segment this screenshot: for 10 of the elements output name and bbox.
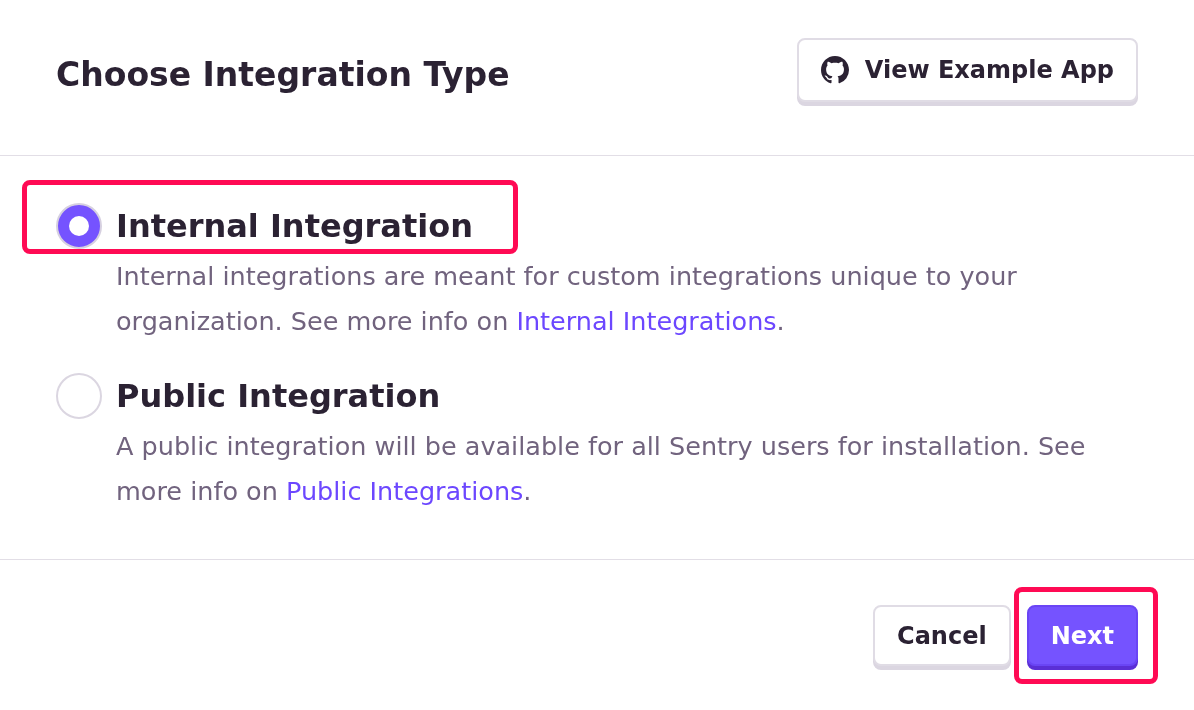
docs-link[interactable]: Internal Integrations [516, 306, 777, 336]
option-description: A public integration will be available for all Sentry users for installation. See more info on Public Integrations. [116, 430, 1087, 508]
docs-link[interactable]: Public Integrations [285, 476, 524, 506]
dialog-title: Choose Integration Type [56, 55, 510, 95]
option-label: Internal Integration [116, 205, 473, 247]
option-description: Internal integrations are meant for custom integrations unique to your organization. See more info on Internal Integrations. [116, 260, 1018, 338]
radio-button[interactable] [56, 203, 102, 249]
github-icon [820, 56, 849, 84]
radio-button[interactable] [56, 373, 102, 419]
option-label: Public Integration [116, 375, 441, 417]
